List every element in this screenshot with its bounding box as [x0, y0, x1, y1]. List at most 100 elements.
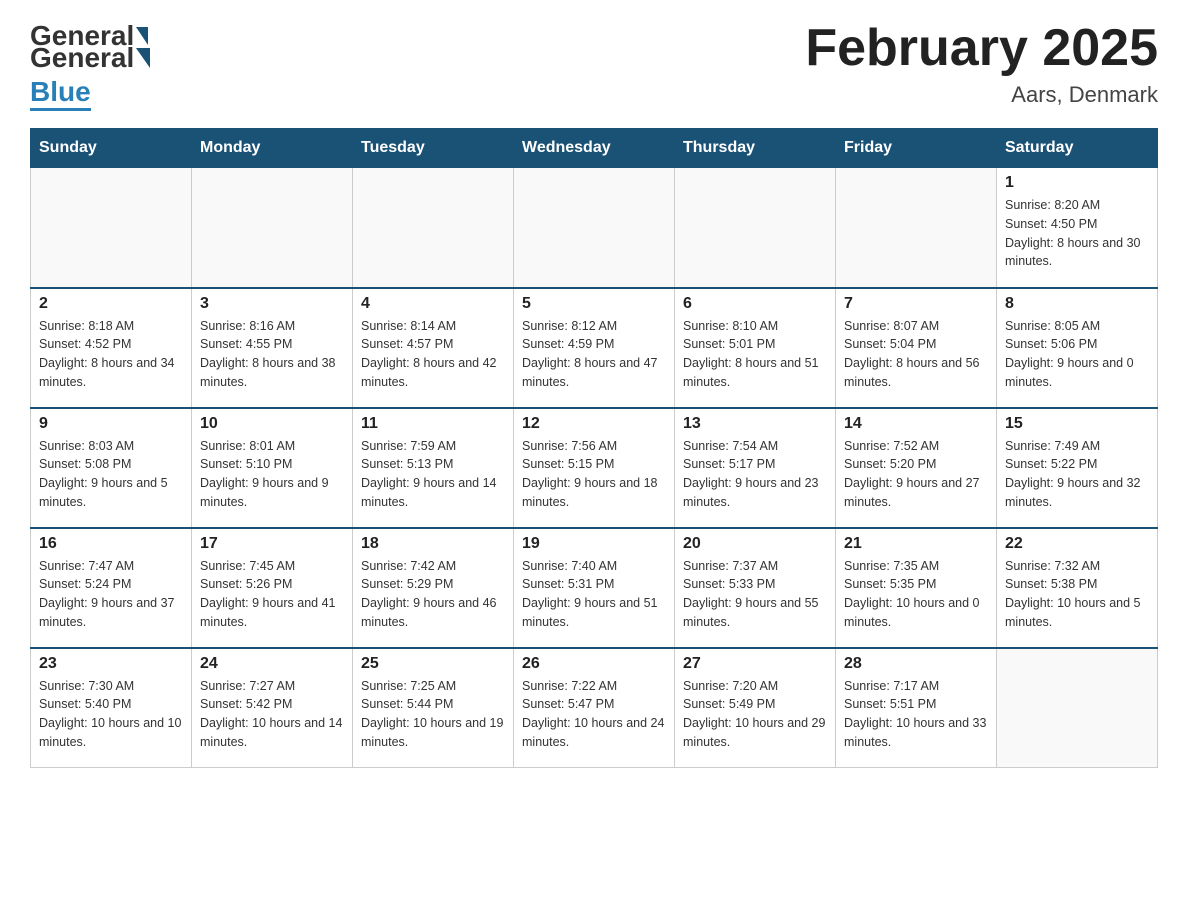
day-info: Sunrise: 8:01 AM Sunset: 5:10 PM Dayligh… [200, 437, 344, 512]
day-number: 9 [39, 415, 183, 433]
day-info: Sunrise: 7:25 AM Sunset: 5:44 PM Dayligh… [361, 677, 505, 752]
day-number: 8 [1005, 295, 1149, 313]
calendar-cell: 18 Sunrise: 7:42 AM Sunset: 5:29 PM Dayli… [353, 528, 514, 648]
day-number: 19 [522, 535, 666, 553]
calendar-cell: 20 Sunrise: 7:37 AM Sunset: 5:33 PM Dayli… [675, 528, 836, 648]
day-info: Sunrise: 7:30 AM Sunset: 5:40 PM Dayligh… [39, 677, 183, 752]
calendar-cell: 17 Sunrise: 7:45 AM Sunset: 5:26 PM Dayli… [192, 528, 353, 648]
month-title: February 2025 [805, 20, 1158, 77]
calendar-cell: 16 Sunrise: 7:47 AM Sunset: 5:24 PM Dayli… [31, 528, 192, 648]
calendar-cell: 15 Sunrise: 7:49 AM Sunset: 5:22 PM Dayli… [997, 408, 1158, 528]
day-info: Sunrise: 7:54 AM Sunset: 5:17 PM Dayligh… [683, 437, 827, 512]
calendar-cell: 9Sunrise: 8:03 AM Sunset: 5:08 PM Daylig… [31, 408, 192, 528]
day-number: 6 [683, 295, 827, 313]
calendar-cell [192, 168, 353, 288]
calendar-week-row: 1Sunrise: 8:20 AM Sunset: 4:50 PM Daylig… [31, 168, 1158, 288]
calendar-cell: 23Sunrise: 7:30 AM Sunset: 5:40 PM Dayli… [31, 648, 192, 768]
header-friday: Friday [836, 129, 997, 168]
day-number: 21 [844, 535, 988, 553]
calendar-cell [31, 168, 192, 288]
logo-blue-text: Blue [30, 76, 91, 111]
calendar-cell: 10 Sunrise: 8:01 AM Sunset: 5:10 PM Dayli… [192, 408, 353, 528]
calendar-cell: 5 Sunrise: 8:12 AM Sunset: 4:59 PM Daylig… [514, 288, 675, 408]
calendar-cell: 28 Sunrise: 7:17 AM Sunset: 5:51 PM Dayli… [836, 648, 997, 768]
calendar-cell: 1Sunrise: 8:20 AM Sunset: 4:50 PM Daylig… [997, 168, 1158, 288]
day-info: Sunrise: 7:52 AM Sunset: 5:20 PM Dayligh… [844, 437, 988, 512]
calendar-cell: 14 Sunrise: 7:52 AM Sunset: 5:20 PM Dayli… [836, 408, 997, 528]
day-info: Sunrise: 8:16 AM Sunset: 4:55 PM Dayligh… [200, 317, 344, 392]
logo: General General Blue [30, 20, 150, 108]
day-info: Sunrise: 7:42 AM Sunset: 5:29 PM Dayligh… [361, 557, 505, 632]
day-number: 22 [1005, 535, 1149, 553]
day-info: Sunrise: 7:20 AM Sunset: 5:49 PM Dayligh… [683, 677, 827, 752]
calendar-cell: 27 Sunrise: 7:20 AM Sunset: 5:49 PM Dayli… [675, 648, 836, 768]
day-number: 5 [522, 295, 666, 313]
day-number: 28 [844, 655, 988, 673]
calendar-cell [675, 168, 836, 288]
calendar-cell: 24 Sunrise: 7:27 AM Sunset: 5:42 PM Dayli… [192, 648, 353, 768]
calendar-cell: 6 Sunrise: 8:10 AM Sunset: 5:01 PM Daylig… [675, 288, 836, 408]
calendar-cell [997, 648, 1158, 768]
day-number: 11 [361, 415, 505, 433]
calendar-cell [514, 168, 675, 288]
day-number: 2 [39, 295, 183, 313]
calendar-cell [353, 168, 514, 288]
calendar-week-row: 9Sunrise: 8:03 AM Sunset: 5:08 PM Daylig… [31, 408, 1158, 528]
header-thursday: Thursday [675, 129, 836, 168]
calendar-cell: 2 Sunrise: 8:18 AM Sunset: 4:52 PM Daylig… [31, 288, 192, 408]
calendar-cell: 12Sunrise: 7:56 AM Sunset: 5:15 PM Dayli… [514, 408, 675, 528]
day-info: Sunrise: 7:47 AM Sunset: 5:24 PM Dayligh… [39, 557, 183, 632]
title-section: February 2025 Aars, Denmark [805, 20, 1158, 108]
day-info: Sunrise: 7:49 AM Sunset: 5:22 PM Dayligh… [1005, 437, 1149, 512]
calendar-week-row: 23Sunrise: 7:30 AM Sunset: 5:40 PM Dayli… [31, 648, 1158, 768]
day-info: Sunrise: 8:07 AM Sunset: 5:04 PM Dayligh… [844, 317, 988, 392]
day-number: 15 [1005, 415, 1149, 433]
day-number: 17 [200, 535, 344, 553]
header-tuesday: Tuesday [353, 129, 514, 168]
day-number: 26 [522, 655, 666, 673]
day-number: 25 [361, 655, 505, 673]
day-info: Sunrise: 8:14 AM Sunset: 4:57 PM Dayligh… [361, 317, 505, 392]
day-number: 10 [200, 415, 344, 433]
day-number: 18 [361, 535, 505, 553]
page-header: General General Blue February 2025 Aars,… [30, 20, 1158, 108]
calendar-cell: 8 Sunrise: 8:05 AM Sunset: 5:06 PM Daylig… [997, 288, 1158, 408]
day-number: 4 [361, 295, 505, 313]
calendar-cell: 4 Sunrise: 8:14 AM Sunset: 4:57 PM Daylig… [353, 288, 514, 408]
day-info: Sunrise: 7:17 AM Sunset: 5:51 PM Dayligh… [844, 677, 988, 752]
day-number: 7 [844, 295, 988, 313]
day-info: Sunrise: 8:10 AM Sunset: 5:01 PM Dayligh… [683, 317, 827, 392]
day-info: Sunrise: 7:45 AM Sunset: 5:26 PM Dayligh… [200, 557, 344, 632]
day-info: Sunrise: 7:35 AM Sunset: 5:35 PM Dayligh… [844, 557, 988, 632]
day-info: Sunrise: 7:40 AM Sunset: 5:31 PM Dayligh… [522, 557, 666, 632]
header-monday: Monday [192, 129, 353, 168]
day-info: Sunrise: 7:37 AM Sunset: 5:33 PM Dayligh… [683, 557, 827, 632]
day-number: 24 [200, 655, 344, 673]
day-info: Sunrise: 7:22 AM Sunset: 5:47 PM Dayligh… [522, 677, 666, 752]
calendar-cell: 22Sunrise: 7:32 AM Sunset: 5:38 PM Dayli… [997, 528, 1158, 648]
calendar-header-row: Sunday Monday Tuesday Wednesday Thursday… [31, 129, 1158, 168]
calendar-cell: 13 Sunrise: 7:54 AM Sunset: 5:17 PM Dayli… [675, 408, 836, 528]
calendar-cell: 19 Sunrise: 7:40 AM Sunset: 5:31 PM Dayli… [514, 528, 675, 648]
calendar-table: Sunday Monday Tuesday Wednesday Thursday… [30, 128, 1158, 768]
logo-general-text2: General [30, 42, 134, 74]
calendar-cell: 3 Sunrise: 8:16 AM Sunset: 4:55 PM Daylig… [192, 288, 353, 408]
header-saturday: Saturday [997, 129, 1158, 168]
calendar-week-row: 2 Sunrise: 8:18 AM Sunset: 4:52 PM Daylig… [31, 288, 1158, 408]
calendar-cell: 11Sunrise: 7:59 AM Sunset: 5:13 PM Dayli… [353, 408, 514, 528]
day-number: 27 [683, 655, 827, 673]
day-number: 16 [39, 535, 183, 553]
day-info: Sunrise: 7:56 AM Sunset: 5:15 PM Dayligh… [522, 437, 666, 512]
day-number: 13 [683, 415, 827, 433]
calendar-cell: 21 Sunrise: 7:35 AM Sunset: 5:35 PM Dayli… [836, 528, 997, 648]
day-info: Sunrise: 8:12 AM Sunset: 4:59 PM Dayligh… [522, 317, 666, 392]
day-number: 3 [200, 295, 344, 313]
day-number: 14 [844, 415, 988, 433]
day-number: 20 [683, 535, 827, 553]
logo-triangle-icon [136, 48, 150, 68]
day-info: Sunrise: 8:05 AM Sunset: 5:06 PM Dayligh… [1005, 317, 1149, 392]
calendar-cell: 7 Sunrise: 8:07 AM Sunset: 5:04 PM Daylig… [836, 288, 997, 408]
day-info: Sunrise: 7:27 AM Sunset: 5:42 PM Dayligh… [200, 677, 344, 752]
calendar-cell [836, 168, 997, 288]
day-info: Sunrise: 8:18 AM Sunset: 4:52 PM Dayligh… [39, 317, 183, 392]
